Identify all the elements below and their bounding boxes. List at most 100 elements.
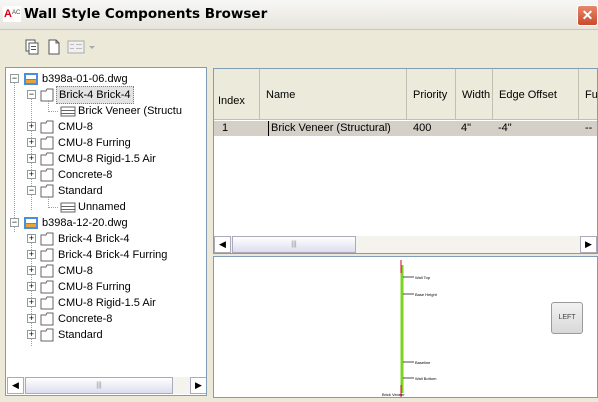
cell-index: 1	[222, 122, 229, 134]
collapse-icon[interactable]: −	[10, 74, 19, 83]
expand-icon[interactable]: +	[27, 266, 36, 275]
wall-top-label: Wall Top	[415, 275, 431, 280]
folder-icon	[40, 248, 54, 262]
column-header-name[interactable]: Name	[260, 69, 407, 120]
expand-icon[interactable]: +	[27, 170, 36, 179]
expand-icon[interactable]: +	[27, 314, 36, 323]
cell-width[interactable]: 4"	[461, 121, 471, 136]
title-bar[interactable]: A AC Wall Style Components Browser ✕	[0, 0, 598, 30]
svg-text:A: A	[4, 8, 12, 20]
tree-node-component[interactable]: Brick Veneer (Structu	[6, 103, 206, 119]
grid-horizontal-scrollbar[interactable]: ◀ ||| ▶	[214, 236, 597, 253]
scroll-right-icon[interactable]: ▶	[580, 236, 597, 253]
new-icon[interactable]	[46, 39, 62, 55]
cell-name[interactable]: Brick Veneer (Structural)	[268, 121, 391, 136]
expand-icon[interactable]: +	[27, 298, 36, 307]
component-name-label: Brick Veneer	[382, 392, 405, 397]
tree-node-file[interactable]: − b398a-12-20.dwg	[6, 215, 206, 231]
tree-node-style[interactable]: + CMU-8 Rigid-1.5 Air	[6, 151, 206, 167]
folder-icon	[40, 312, 54, 326]
svg-text:AC: AC	[12, 10, 21, 16]
tree-node-label: Concrete-8	[58, 169, 113, 181]
tree-node-label: Brick-4 Brick-4	[58, 233, 130, 245]
view-left-button[interactable]: LEFT	[551, 302, 583, 334]
tree-node-style[interactable]: + CMU-8	[6, 263, 206, 279]
style-tree[interactable]: − b398a-01-06.dwg − Brick-4 Brick-4 Bric…	[5, 67, 207, 396]
tree-node-style[interactable]: + Concrete-8	[6, 167, 206, 183]
grid-header: Index Name Priority Width Edge Offset Fu	[214, 69, 597, 120]
table-row[interactable]: 1 Brick Veneer (Structural) 400 4" -4" -…	[214, 121, 597, 136]
close-icon: ✕	[581, 7, 594, 23]
app-logo-icon: A AC	[3, 6, 21, 22]
expand-icon[interactable]: +	[27, 154, 36, 163]
tree-node-label: CMU-8 Furring	[58, 281, 131, 293]
tree-node-style[interactable]: + CMU-8	[6, 119, 206, 135]
tree-node-style[interactable]: + CMU-8 Furring	[6, 279, 206, 295]
cell-edge-offset[interactable]: -4"	[498, 121, 512, 136]
scroll-right-icon[interactable]: ▶	[190, 377, 206, 394]
folder-icon	[40, 168, 54, 182]
scroll-thumb[interactable]: |||	[25, 377, 173, 394]
tree-node-label: b398a-01-06.dwg	[42, 73, 128, 85]
column-header-index[interactable]: Index	[214, 69, 260, 120]
base-height-label: Base Height	[415, 292, 437, 297]
collapse-icon[interactable]: −	[10, 218, 19, 227]
tree-node-style[interactable]: + Brick-4 Brick-4	[6, 231, 206, 247]
tree-node-style[interactable]: + CMU-8 Rigid-1.5 Air	[6, 295, 206, 311]
browse-icon[interactable]	[24, 39, 40, 55]
wall-bottom-label: Wall Bottom	[415, 376, 437, 381]
tree-node-style[interactable]: − Brick-4 Brick-4	[6, 86, 206, 104]
column-header-priority[interactable]: Priority	[407, 69, 456, 120]
tree-node-style[interactable]: + Concrete-8	[6, 311, 206, 327]
column-header-function[interactable]: Fu	[579, 69, 597, 120]
tree-node-file[interactable]: − b398a-01-06.dwg	[6, 71, 206, 87]
tree-node-style[interactable]: + Standard	[6, 327, 206, 343]
collapse-icon[interactable]: −	[27, 186, 36, 195]
tree-node-label: Brick Veneer (Structu	[78, 105, 182, 117]
drawing-file-icon	[24, 217, 38, 229]
tree-node-label: CMU-8 Rigid-1.5 Air	[58, 153, 156, 165]
scroll-thumb[interactable]: |||	[232, 236, 356, 253]
tree-node-component[interactable]: Unnamed	[6, 199, 206, 215]
tree-node-label: CMU-8	[58, 265, 93, 277]
column-header-width[interactable]: Width	[456, 69, 493, 120]
cell-function[interactable]: --	[585, 121, 592, 136]
folder-icon	[40, 152, 54, 166]
folder-icon	[40, 328, 54, 342]
close-button[interactable]: ✕	[577, 5, 598, 26]
folder-icon	[40, 136, 54, 150]
expand-icon[interactable]: +	[27, 122, 36, 131]
toolbar	[0, 31, 598, 61]
column-header-edge-offset[interactable]: Edge Offset	[493, 69, 579, 120]
tree-node-label: Brick-4 Brick-4	[56, 86, 134, 104]
tree-node-label: Standard	[58, 329, 103, 341]
window-title: Wall Style Components Browser	[24, 6, 268, 22]
folder-icon	[40, 120, 54, 134]
tree-node-style[interactable]: − Standard	[6, 183, 206, 199]
chevron-down-icon[interactable]	[88, 39, 96, 55]
components-grid[interactable]: Index Name Priority Width Edge Offset Fu…	[213, 68, 598, 254]
wall-profile-diagram	[400, 260, 414, 397]
expand-icon[interactable]: +	[27, 250, 36, 259]
scroll-left-icon[interactable]: ◀	[7, 377, 24, 394]
folder-icon	[40, 232, 54, 246]
tree-node-label: Standard	[58, 185, 103, 197]
folder-icon	[40, 264, 54, 278]
tree-horizontal-scrollbar[interactable]: ◀ ||| ▶	[7, 377, 206, 394]
tree-node-style[interactable]: + Brick-4 Brick-4 Furring	[6, 247, 206, 263]
tree-node-style[interactable]: + CMU-8 Furring	[6, 135, 206, 151]
folder-icon	[40, 184, 54, 198]
expand-icon[interactable]: +	[27, 138, 36, 147]
tree-node-label: Unnamed	[78, 201, 126, 213]
view-menu-icon[interactable]	[67, 39, 85, 55]
cell-priority[interactable]: 400	[413, 121, 431, 136]
scroll-left-icon[interactable]: ◀	[214, 236, 231, 253]
expand-icon[interactable]: +	[27, 330, 36, 339]
expand-icon[interactable]: +	[27, 234, 36, 243]
collapse-icon[interactable]: −	[27, 90, 36, 99]
folder-icon	[40, 88, 54, 102]
expand-icon[interactable]: +	[27, 282, 36, 291]
wall-preview[interactable]: Wall Top Base Height Baseline Wall Botto…	[213, 256, 598, 398]
drawing-file-icon	[24, 73, 38, 85]
wall-component-icon	[60, 202, 76, 213]
